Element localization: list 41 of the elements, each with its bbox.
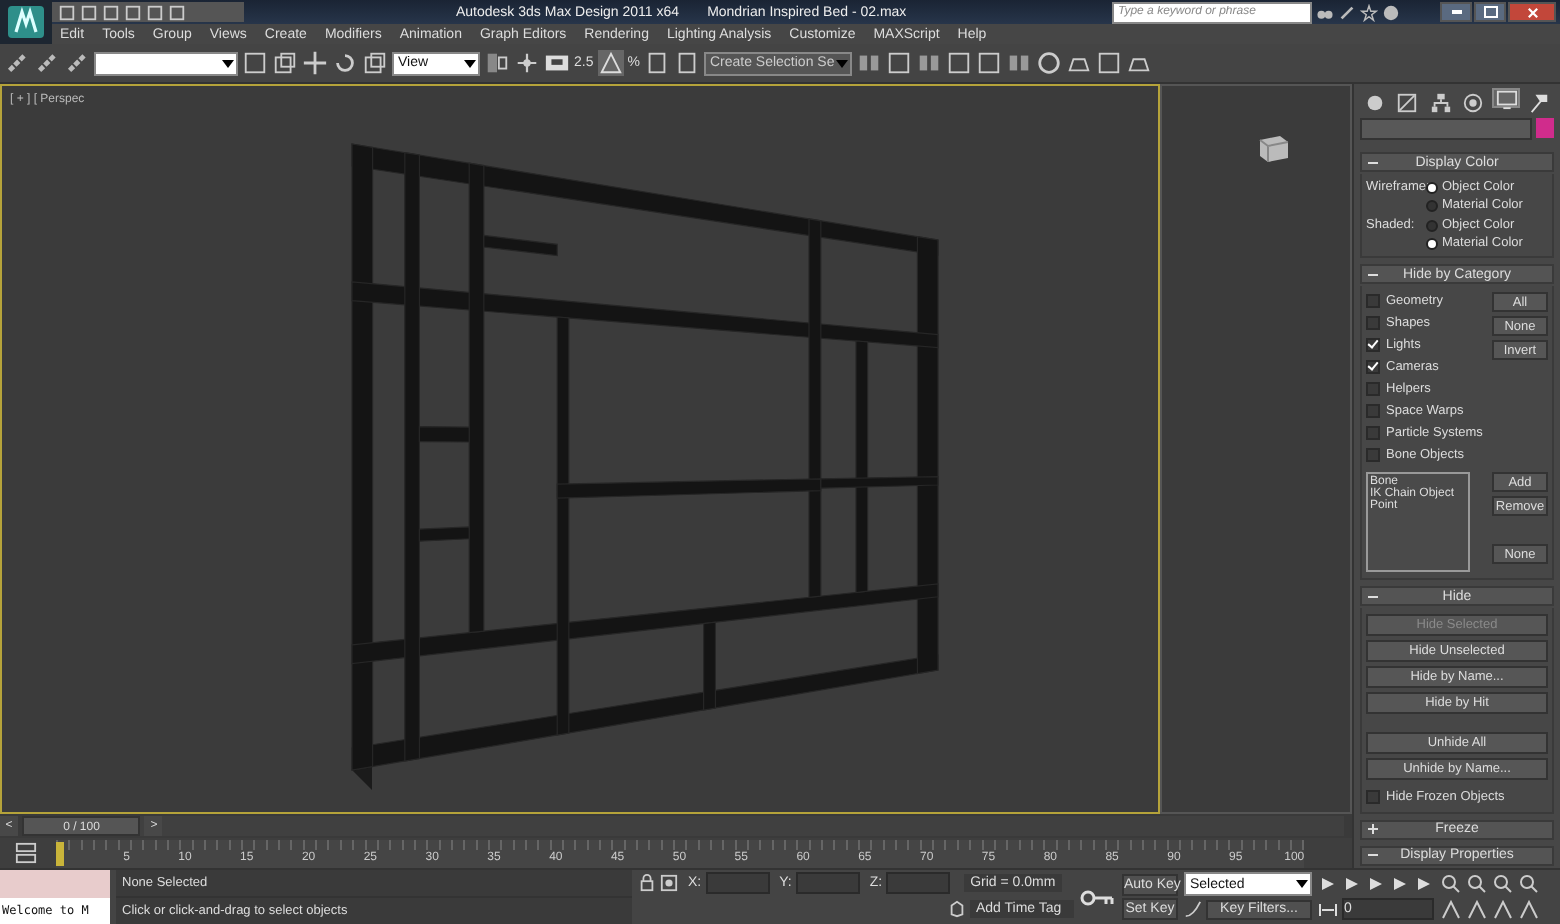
key-icon[interactable] xyxy=(1080,887,1116,907)
lock-icon[interactable] xyxy=(638,874,656,892)
radio-button[interactable] xyxy=(1426,181,1438,193)
hammer-icon xyxy=(1528,91,1551,113)
minimize-button[interactable] xyxy=(1440,2,1472,22)
time-marker[interactable] xyxy=(56,841,64,865)
maxscript-listener-field[interactable] xyxy=(0,870,110,897)
object-color-swatch[interactable] xyxy=(1536,118,1554,138)
monitor-icon xyxy=(1495,87,1518,109)
star-icon[interactable] xyxy=(1360,3,1378,21)
panel-tab[interactable] xyxy=(1459,88,1488,116)
panel-tab[interactable] xyxy=(1525,88,1554,116)
object-name-field[interactable] xyxy=(1360,118,1532,140)
hierarchy-icon xyxy=(1429,91,1452,113)
radio-button[interactable] xyxy=(1426,237,1438,249)
panel-tab[interactable] xyxy=(1492,88,1521,108)
coordinate-field[interactable] xyxy=(795,872,860,894)
panel-tab[interactable] xyxy=(1393,88,1422,116)
close-icon xyxy=(1525,5,1539,19)
caret-icon xyxy=(1296,880,1308,888)
close-button[interactable] xyxy=(1508,2,1556,22)
caret-icon xyxy=(835,59,848,67)
coordinate-field[interactable] xyxy=(705,872,770,894)
bend-icon xyxy=(1396,91,1419,113)
zoom-icon[interactable] xyxy=(1440,873,1462,893)
app-logo[interactable] xyxy=(0,0,52,44)
radio-button[interactable] xyxy=(1426,199,1438,211)
angle-snap-icon[interactable] xyxy=(597,50,624,76)
coordinate-field[interactable] xyxy=(886,872,951,894)
view-cube-icon[interactable] xyxy=(1254,130,1294,166)
move-icon[interactable] xyxy=(302,50,328,76)
manipulate-icon[interactable] xyxy=(514,50,540,76)
selection-filter-dropdown[interactable] xyxy=(94,51,238,75)
motion-icon xyxy=(1462,91,1485,113)
caret-icon xyxy=(464,59,476,67)
play-icon[interactable] xyxy=(1366,875,1386,891)
rotate-icon[interactable] xyxy=(332,50,358,76)
caret-icon xyxy=(222,59,234,67)
maximize-button[interactable] xyxy=(1474,2,1506,22)
select-region-icon[interactable] xyxy=(242,50,268,76)
radio-button[interactable] xyxy=(1426,219,1438,231)
